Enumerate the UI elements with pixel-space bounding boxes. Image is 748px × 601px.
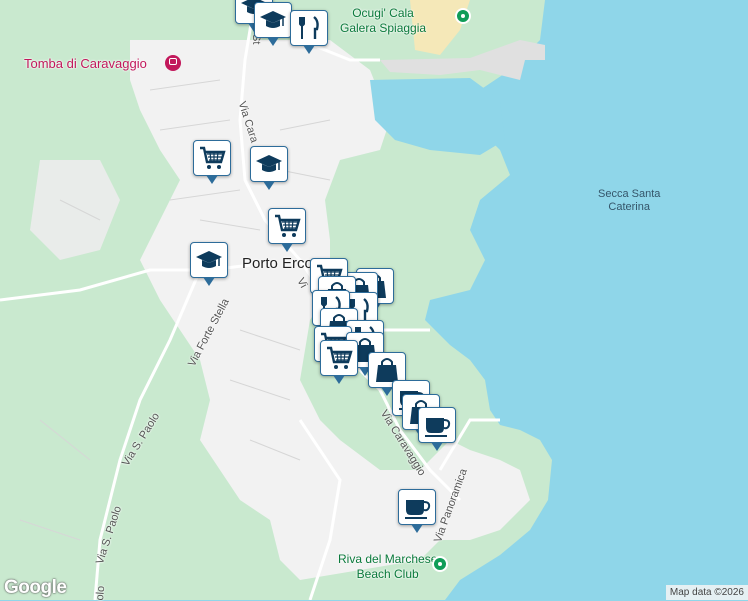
shopping-cart-icon bbox=[324, 343, 354, 373]
school-icon bbox=[254, 149, 284, 179]
cafe-pin[interactable] bbox=[418, 407, 456, 451]
school-pin[interactable] bbox=[190, 242, 228, 286]
map-attribution[interactable]: Map data ©2026 bbox=[665, 585, 748, 600]
supermarket-pin[interactable] bbox=[193, 140, 231, 184]
beach-bottom-line1: Riva del Marchese bbox=[338, 552, 438, 566]
google-logo[interactable]: Google bbox=[4, 577, 67, 599]
beach-top-line1: Ocugi' Cala bbox=[352, 6, 414, 20]
cafe-pin[interactable] bbox=[398, 489, 436, 533]
shopping-cart-icon bbox=[197, 143, 227, 173]
school-pin[interactable] bbox=[254, 2, 292, 46]
beach-bottom-line2: Beach Club bbox=[356, 567, 419, 581]
beach-bottom-label[interactable]: Riva del Marchese Beach Club bbox=[338, 552, 437, 582]
school-pin[interactable] bbox=[250, 146, 288, 190]
town-label[interactable]: Porto Erco bbox=[242, 255, 313, 272]
shopping-cart-icon bbox=[272, 211, 302, 241]
school-icon bbox=[194, 245, 224, 275]
school-icon bbox=[258, 5, 288, 35]
coffee-icon bbox=[402, 492, 432, 522]
restaurant-pin[interactable] bbox=[290, 10, 328, 54]
beach-top-line2: Galera Spiaggia bbox=[340, 21, 427, 35]
street-label-s-paolo-3: olo bbox=[94, 585, 108, 601]
tomb-poi-icon[interactable] bbox=[165, 55, 181, 71]
restaurant-icon bbox=[294, 13, 324, 43]
supermarket-pin[interactable] bbox=[268, 208, 306, 252]
tomb-label[interactable]: Tomba di Caravaggio bbox=[24, 56, 147, 71]
sea-label: Secca Santa Caterina bbox=[598, 188, 660, 214]
beach-top-label[interactable]: Ocugi' Cala Galera Spiaggia bbox=[340, 6, 426, 36]
coffee-icon bbox=[422, 410, 452, 440]
beach-bottom-pin-icon[interactable] bbox=[432, 556, 448, 572]
sea-label-line2: Caterina bbox=[608, 201, 650, 213]
sea-label-line1: Secca Santa bbox=[598, 188, 661, 200]
supermarket-pin[interactable] bbox=[320, 340, 358, 384]
beach-top-pin-icon[interactable] bbox=[455, 8, 471, 24]
